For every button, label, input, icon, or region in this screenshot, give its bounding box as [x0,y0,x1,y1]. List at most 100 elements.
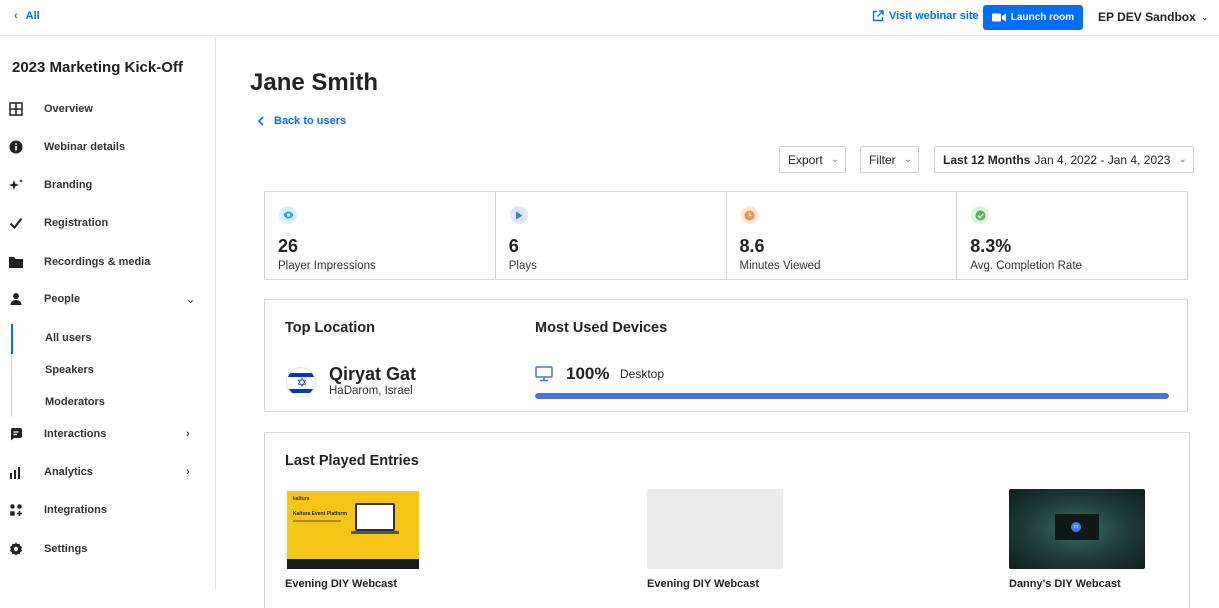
entry-name: Evening DIY Webcast [647,578,760,590]
external-link-icon [872,10,884,22]
sidebar-item-label: Branding [44,179,93,191]
info-icon [8,139,24,155]
event-title: 2023 Marketing Kick-Off [12,59,183,76]
stat-value: 8.3% [970,236,1012,256]
entry-thumbnail [647,489,783,569]
stat-minutes-viewed: 8.6 Minutes Viewed [727,192,958,279]
device-percent: 100% [566,364,610,383]
sidebar-item-label: Webinar details [44,141,126,153]
kaltura-logo: kaltura [293,496,310,502]
sidebar-subitem-moderators[interactable]: Moderators [0,388,215,416]
back-to-users-label: Back to users [274,115,347,127]
sidebar-item-label: Recordings & media [44,256,151,268]
launch-room-button[interactable]: Launch room [983,5,1083,30]
stat-completion-rate: 8.3% Avg. Completion Rate [957,192,1187,279]
all-events-link[interactable]: ‹ All [14,10,40,22]
sidebar-subitem-speakers[interactable]: Speakers [0,356,215,384]
check-icon [8,215,24,231]
sidebar-item-label: People [44,293,81,305]
sidebar-item-analytics[interactable]: Analytics › [0,457,215,487]
sidebar-item-interactions[interactable]: Interactions › [0,419,215,449]
sidebar-subitem-label: Speakers [45,364,94,376]
entry-name: Evening DIY Webcast [285,578,398,590]
sidebar-subitem-all-users[interactable]: All users [0,324,215,352]
thumbnail-title: Kaltura Event Platform [293,511,347,517]
export-dropdown[interactable]: Export ⌄ [779,146,847,173]
sidebar-item-label: Overview [44,103,93,115]
integrations-icon [8,502,24,518]
filter-dropdown[interactable]: Filter ⌄ [860,146,920,173]
entry-name: Danny's DIY Webcast [1009,578,1121,590]
visit-webinar-site-label: Visit webinar site [889,10,979,22]
sidebar-item-integrations[interactable]: Integrations [0,495,215,525]
entry-thumbnail: TT [1009,489,1145,569]
stat-value: 26 [278,236,299,256]
entry-card[interactable]: kaltura Kaltura Event Platform Evening D… [285,489,425,590]
play-icon [509,206,528,224]
eye-icon [279,206,297,224]
check-circle-icon [971,206,990,224]
stats-panel: 26 Player Impressions 6 Plays 8.6 Minute… [264,191,1188,280]
chevron-down-icon: ⌄ [1178,154,1187,165]
stat-caption: Minutes Viewed [739,260,821,272]
all-events-label: All [25,10,40,22]
top-bar: ‹ All Visit webinar site Launch room EP … [0,0,1219,36]
sidebar-item-overview[interactable]: Overview [0,94,215,124]
entry-card[interactable]: Evening DIY Webcast [647,489,787,590]
sidebar-item-label: Registration [44,217,109,229]
entry-thumbnail: kaltura Kaltura Event Platform [285,489,421,569]
date-range-value: Jan 4, 2022 - Jan 4, 2023 [1034,152,1171,167]
sidebar-item-registration[interactable]: Registration [0,208,215,238]
most-used-devices-heading: Most Used Devices [535,320,668,336]
grid-icon [8,101,24,117]
stat-plays: 6 Plays [496,192,727,279]
desktop-icon [535,366,553,382]
gear-icon [8,541,24,557]
stat-player-impressions: 26 Player Impressions [265,192,496,279]
chevron-down-icon: ⌄ [186,293,196,306]
chevron-down-icon: ⌄ [1200,11,1209,22]
sidebar-item-webinar-details[interactable]: Webinar details [0,132,215,162]
chevron-down-icon: ⌄ [903,154,913,165]
device-usage-bar [535,393,1169,399]
stat-value: 8.6 [739,236,765,256]
sidebar-item-label: Integrations [44,504,107,516]
back-to-users-link[interactable]: Back to users [257,115,346,127]
export-label: Export [788,152,823,167]
sidebar-item-people[interactable]: People ⌄ [0,284,215,314]
stat-caption: Avg. Completion Rate [970,260,1082,272]
sidebar-item-label: Settings [44,543,88,555]
location-devices-card: Top Location Most Used Devices ✡ Qiryat … [264,299,1188,412]
last-played-entries-heading: Last Played Entries [285,453,419,469]
device-usage-bar-fill [535,393,1169,399]
sparkle-icon [8,177,24,193]
account-name: EP DEV Sandbox [1098,10,1196,24]
chevron-right-icon: › [186,428,190,440]
israel-flag-icon: ✡ [286,367,316,397]
stat-caption: Plays [508,260,537,272]
chat-icon [8,426,24,442]
sidebar-item-settings[interactable]: Settings [0,534,215,564]
sidebar-item-label: Interactions [44,428,107,440]
last-played-entries-card: Last Played Entries kaltura Kaltura Even… [264,432,1190,608]
folder-icon [8,254,24,270]
top-location-city: Qiryat Gat [329,364,417,384]
chevron-down-icon: ⌄ [830,154,840,165]
entry-card[interactable]: TT Danny's DIY Webcast [1009,489,1149,590]
top-location-heading: Top Location [285,320,375,336]
device-name: Desktop [620,367,665,381]
account-selector[interactable]: EP DEV Sandbox ⌄ [1098,10,1208,24]
chevron-left-icon [257,116,264,126]
bar-chart-icon [8,464,24,480]
date-range-dropdown[interactable]: Last 12 Months Jan 4, 2022 - Jan 4, 2023… [934,146,1194,173]
visit-webinar-site-link[interactable]: Visit webinar site [872,10,979,22]
sidebar-item-recordings[interactable]: Recordings & media [0,247,215,277]
filter-label: Filter [869,152,896,167]
date-range-label: Last 12 Months [943,152,1031,167]
sidebar-item-branding[interactable]: Branding [0,170,215,200]
entry-badge: TT [1071,522,1081,532]
video-camera-icon [991,13,1006,22]
top-location-region: HaDarom, Israel [329,385,413,397]
sidebar: 2023 Marketing Kick-Off Overview Webinar… [0,37,216,590]
launch-room-label: Launch room [1010,12,1075,23]
